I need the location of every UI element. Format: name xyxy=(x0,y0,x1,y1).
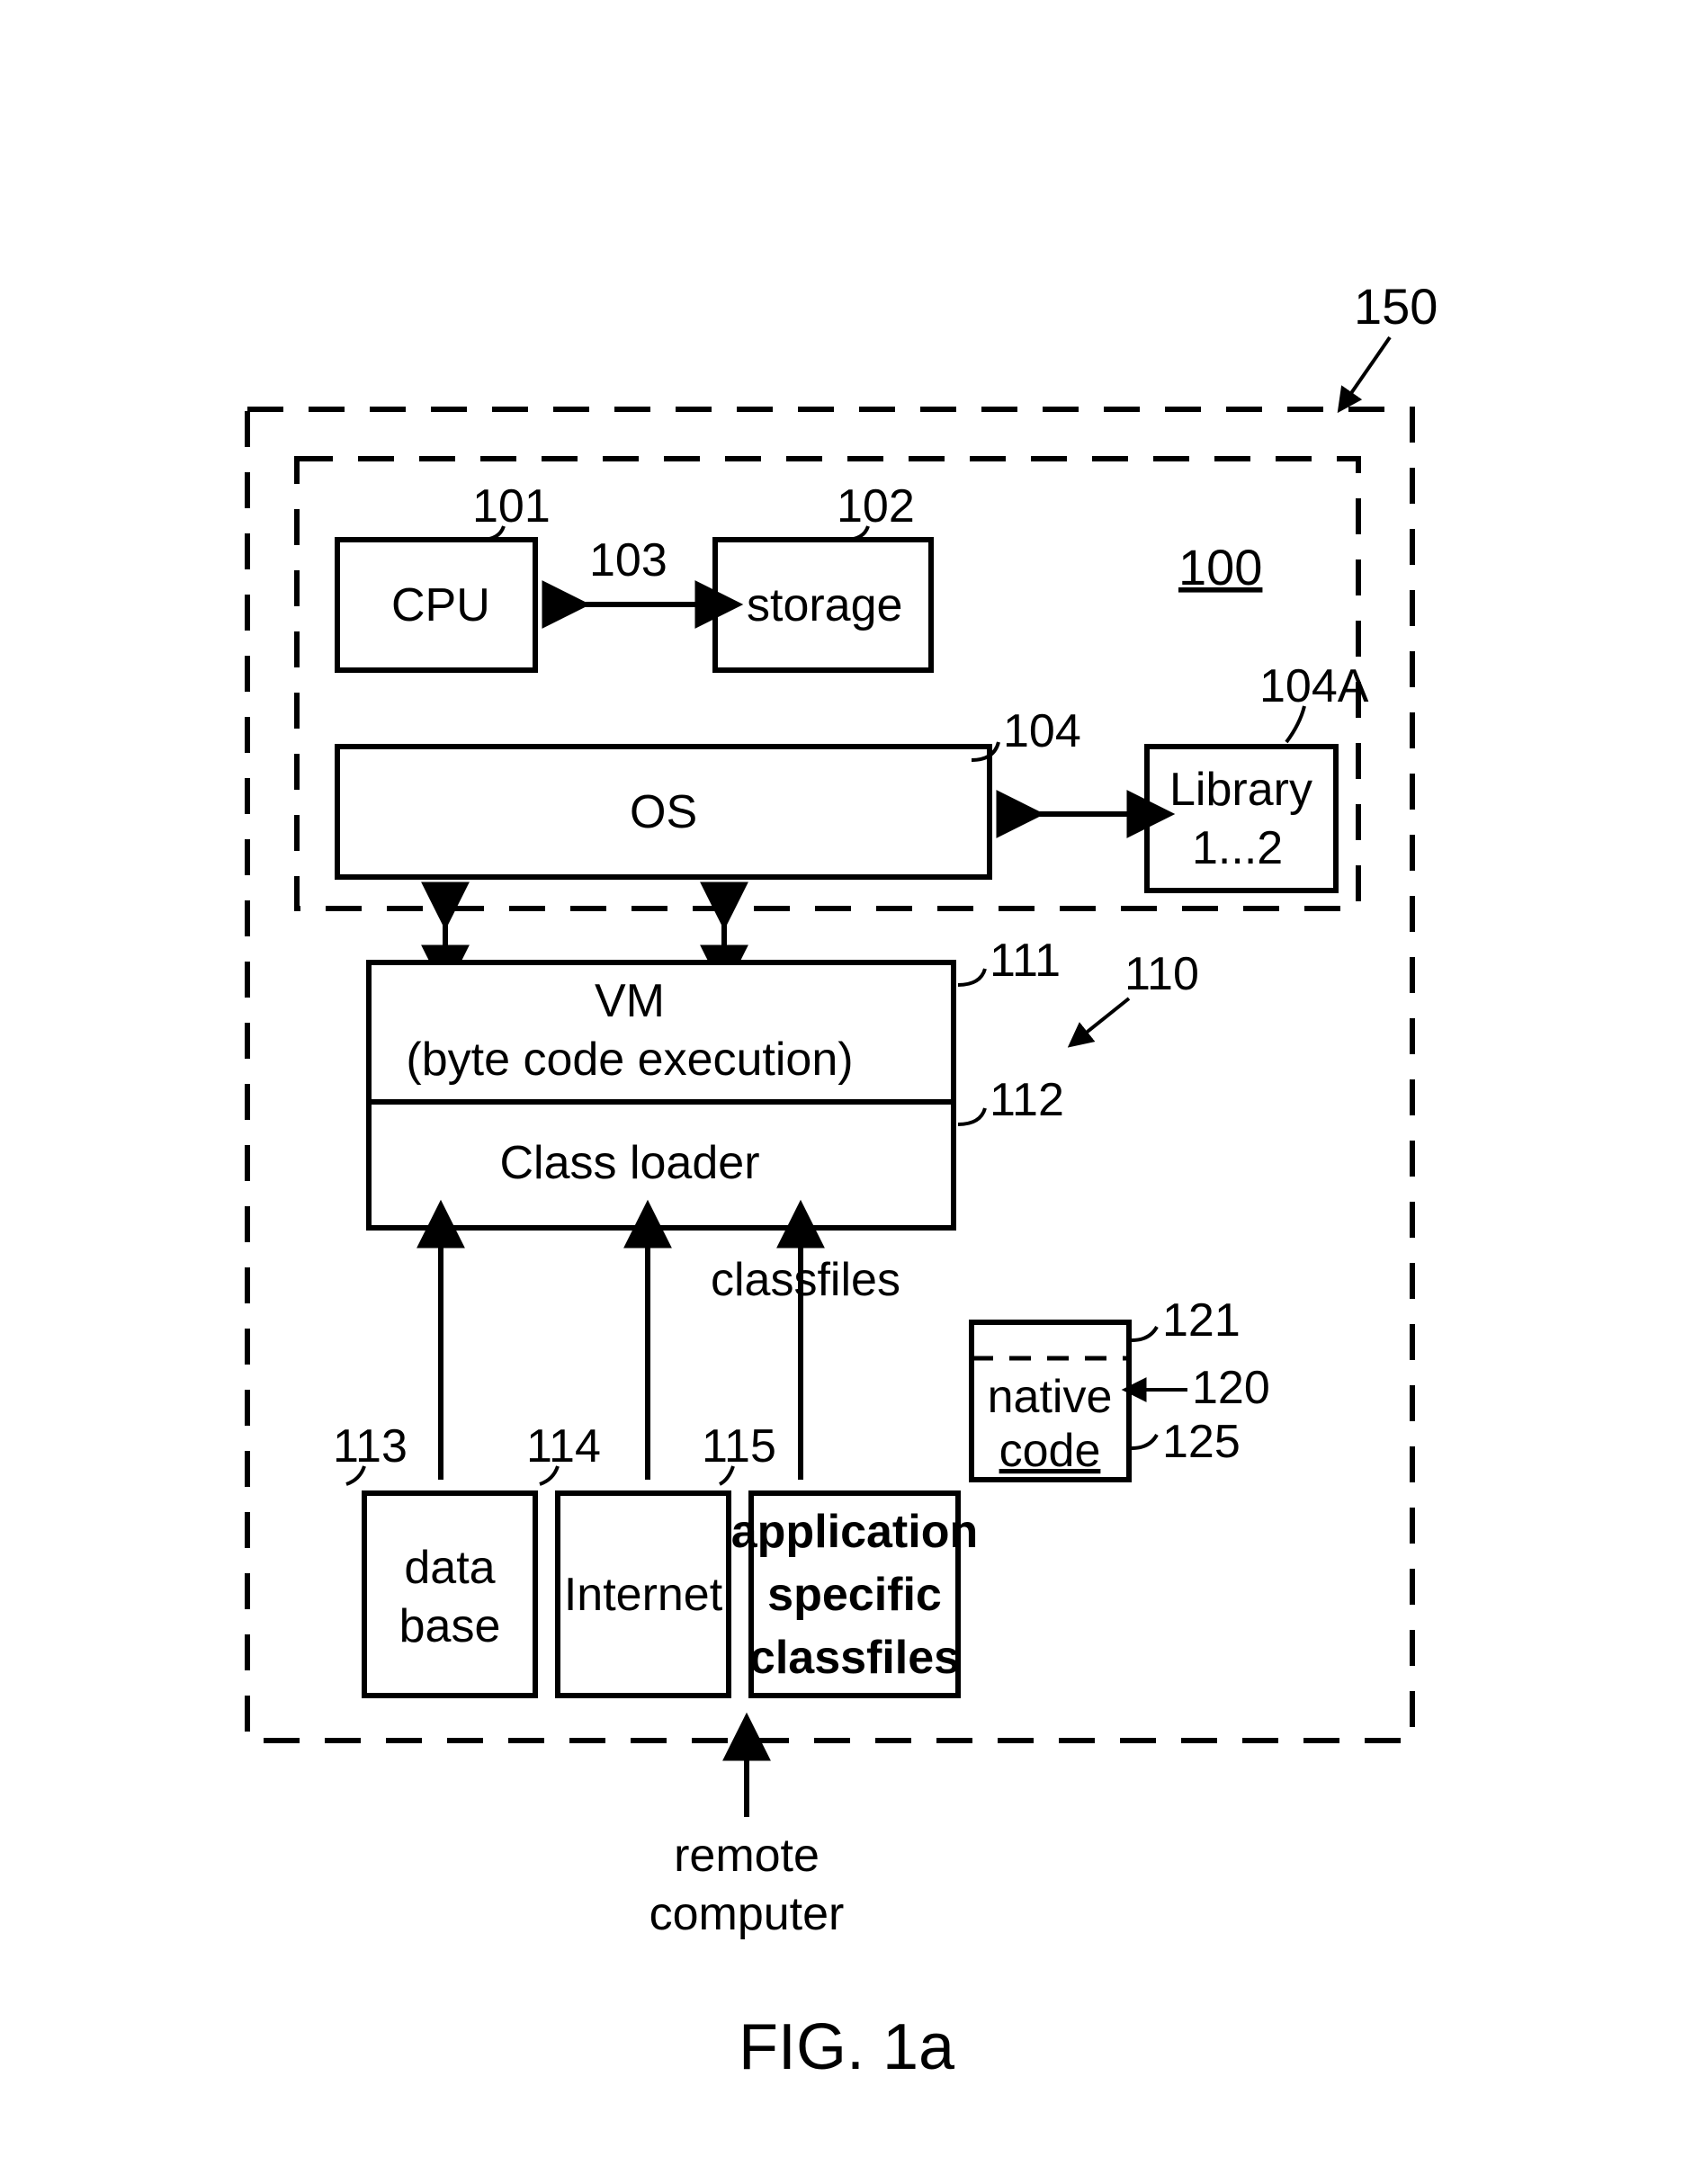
ref-103: 103 xyxy=(589,534,667,586)
vm-label-2: (byte code execution) xyxy=(406,1034,853,1086)
ref-100: 100 xyxy=(1178,539,1262,595)
figure-1a: 150 100 CPU 101 storage 102 103 OS 104 L… xyxy=(0,0,1693,2184)
ref-125: 125 xyxy=(1162,1416,1241,1468)
internet-label: Internet xyxy=(564,1569,723,1621)
ref-104A: 104A xyxy=(1259,660,1369,712)
remote-label-1: remote xyxy=(674,1830,820,1882)
ref-114: 114 xyxy=(526,1420,601,1472)
ref-104: 104 xyxy=(1003,705,1081,757)
leader-150 xyxy=(1349,337,1390,396)
library-label-2: 1...2 xyxy=(1192,822,1283,874)
app-label-2: specific xyxy=(767,1569,942,1621)
storage-label: storage xyxy=(747,579,902,631)
app-label-1: application xyxy=(731,1506,978,1558)
leader-121 xyxy=(1132,1327,1157,1340)
leader-112 xyxy=(958,1108,985,1124)
native-label-1: native xyxy=(988,1371,1113,1423)
ref-115: 115 xyxy=(702,1420,776,1472)
ref-120: 120 xyxy=(1192,1362,1270,1414)
ref-113: 113 xyxy=(333,1420,408,1472)
ref-110: 110 xyxy=(1124,948,1199,1000)
leader-111 xyxy=(958,969,985,985)
ref-112: 112 xyxy=(990,1074,1064,1126)
library-label-1: Library xyxy=(1169,764,1312,816)
ref-102: 102 xyxy=(837,480,915,533)
classloader-label: Class loader xyxy=(499,1137,759,1189)
database-box xyxy=(364,1493,535,1696)
leader-110 xyxy=(1084,998,1129,1034)
ref-101: 101 xyxy=(472,480,551,533)
figure-caption: FIG. 1a xyxy=(739,2011,955,2083)
classfiles-label: classfiles xyxy=(711,1254,900,1306)
native-label-2: code xyxy=(999,1425,1101,1477)
database-label-1: data xyxy=(404,1542,495,1594)
ref-111: 111 xyxy=(990,935,1061,987)
ref-121: 121 xyxy=(1162,1294,1241,1347)
leader-125 xyxy=(1132,1435,1157,1448)
app-label-3: classfiles xyxy=(749,1632,960,1684)
ref-150: 150 xyxy=(1354,278,1438,335)
database-label-2: base xyxy=(399,1600,501,1652)
cpu-label: CPU xyxy=(391,579,490,631)
remote-label-2: computer xyxy=(649,1888,845,1940)
vm-label-1: VM xyxy=(595,975,665,1027)
os-label: OS xyxy=(630,786,697,838)
